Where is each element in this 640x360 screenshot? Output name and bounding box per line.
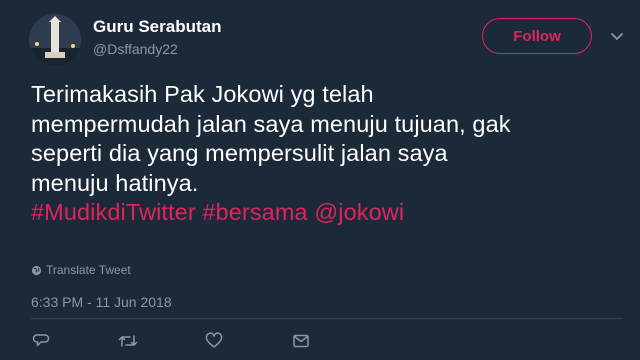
- tweet-text-line: menuju hatinya.: [31, 169, 199, 196]
- hashtag-link[interactable]: #MudikdiTwitter: [31, 199, 196, 225]
- tweet-text-line: seperti dia yang mempersulit jalan saya: [31, 140, 448, 166]
- avatar[interactable]: [29, 14, 81, 66]
- display-name[interactable]: Guru Serabutan: [93, 17, 221, 37]
- avatar-image: [29, 14, 81, 66]
- hashtag-link[interactable]: #bersama: [202, 199, 307, 225]
- tweet-text-line: mempermudah jalan saya menuju tujuan, ga…: [31, 110, 511, 137]
- tweet-timestamp[interactable]: 6:33 PM - 11 Jun 2018: [31, 294, 172, 310]
- chevron-down-icon[interactable]: [608, 28, 626, 46]
- mention-link[interactable]: @jokowi: [314, 199, 404, 225]
- retweet-icon[interactable]: [117, 330, 139, 352]
- divider: [31, 318, 623, 319]
- translate-tweet-link[interactable]: Translate Tweet: [31, 263, 131, 277]
- like-icon[interactable]: [203, 330, 225, 352]
- tweet-text-line: Terimakasih Pak Jokowi yg telah: [31, 81, 374, 107]
- tweet-text: Terimakasih Pak Jokowi yg telah mempermu…: [31, 80, 621, 228]
- globe-icon: [31, 265, 42, 275]
- follow-button[interactable]: Follow: [482, 18, 592, 54]
- tweet-tags-line: #MudikdiTwitter #bersama @jokowi: [31, 198, 621, 228]
- reply-icon[interactable]: [30, 330, 52, 352]
- message-icon[interactable]: [290, 330, 312, 352]
- username-handle[interactable]: @Dsffandy22: [93, 41, 178, 57]
- tweet-actions: [0, 330, 640, 352]
- translate-tweet-label: Translate Tweet: [46, 263, 131, 277]
